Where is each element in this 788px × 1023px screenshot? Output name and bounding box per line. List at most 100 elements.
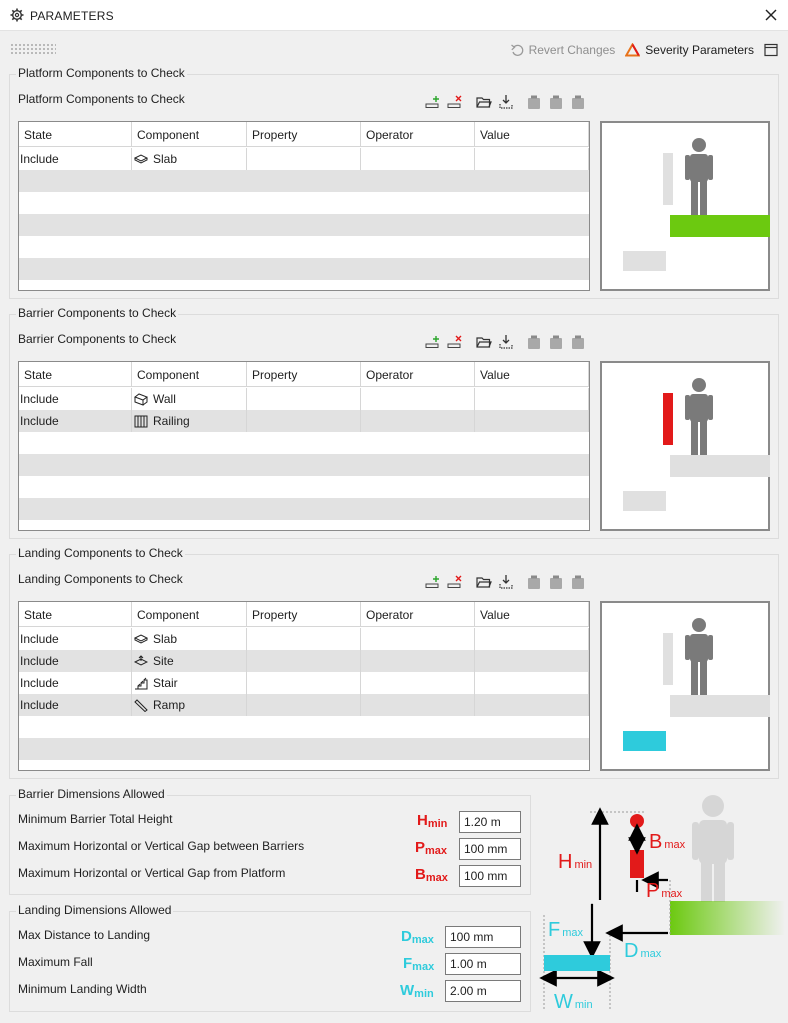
remove-row-icon[interactable] [447,334,463,350]
state-cell[interactable]: Include [19,148,132,170]
landing-shape [623,491,666,511]
paste-icon[interactable] [548,334,564,350]
value-cell[interactable] [475,650,589,672]
property-cell[interactable] [247,672,361,694]
state-cell[interactable]: Include [19,628,132,650]
gear-icon [10,8,24,22]
download-icon[interactable] [498,574,514,590]
column-header-component[interactable]: Component [132,362,247,387]
column-header-component[interactable]: Component [132,122,247,147]
value-cell[interactable] [475,694,589,716]
paste-icon[interactable] [570,334,586,350]
component-cell[interactable]: Slab [132,148,247,170]
table-row[interactable]: Include Site [19,650,589,672]
column-header-operator[interactable]: Operator [361,122,475,147]
table-row[interactable]: Include Stair [19,672,589,694]
barrier-shape [663,153,673,205]
state-cell[interactable]: Include [19,388,132,410]
gap-from-platform-input[interactable]: 100 mm [459,865,521,887]
paste-icon[interactable] [548,574,564,590]
column-header-state[interactable]: State [19,602,132,627]
table-row[interactable]: Include Railing [19,410,589,432]
landing-table[interactable]: State Component Property Operator Value … [18,601,590,771]
column-header-operator[interactable]: Operator [361,362,475,387]
maximum-fall-input[interactable]: 1.00 m [445,953,521,975]
value-cell[interactable] [475,148,589,170]
state-cell[interactable]: Include [19,650,132,672]
open-folder-icon[interactable] [476,334,492,350]
component-cell[interactable]: Slab [132,628,247,650]
component-cell[interactable]: Wall [132,388,247,410]
operator-cell[interactable] [361,650,475,672]
state-cell[interactable]: Include [19,410,132,432]
column-header-value[interactable]: Value [475,122,589,147]
landing-group: Landing Components to Check Landing Comp… [9,546,779,779]
b-label: Bmax [649,831,686,853]
table-row[interactable]: Include Wall [19,388,589,410]
column-header-state[interactable]: State [19,362,132,387]
window-layout-icon[interactable] [764,43,778,57]
gap-between-barriers-input[interactable]: 100 mm [459,838,521,860]
property-cell[interactable] [247,650,361,672]
table-row[interactable]: Include Ramp [19,694,589,716]
download-icon[interactable] [498,94,514,110]
value-cell[interactable] [475,388,589,410]
paste-icon[interactable] [548,94,564,110]
paste-icon[interactable] [526,574,542,590]
barrier-table[interactable]: State Component Property Operator Value … [18,361,590,531]
site-icon [134,655,148,666]
paste-icon[interactable] [526,94,542,110]
add-row-icon[interactable] [425,574,441,590]
add-row-icon[interactable] [425,334,441,350]
value-cell[interactable] [475,410,589,432]
maximum-fall-label: Maximum Fall [18,955,93,969]
platform-table[interactable]: State Component Property Operator Value … [18,121,590,291]
value-cell[interactable] [475,672,589,694]
component-cell[interactable]: Ramp [132,694,247,716]
operator-cell[interactable] [361,388,475,410]
column-header-operator[interactable]: Operator [361,602,475,627]
paste-icon[interactable] [526,334,542,350]
property-cell[interactable] [247,628,361,650]
platform-sub-title: Platform Components to Check [18,92,185,106]
add-row-icon[interactable] [425,94,441,110]
column-header-value[interactable]: Value [475,602,589,627]
operator-cell[interactable] [361,694,475,716]
value-cell[interactable] [475,628,589,650]
table-row[interactable]: Include Slab [19,148,589,170]
property-cell[interactable] [247,694,361,716]
close-icon[interactable] [762,6,780,24]
severity-parameters-button[interactable]: Severity Parameters [625,43,754,57]
column-header-property[interactable]: Property [247,602,361,627]
operator-cell[interactable] [361,628,475,650]
table-row[interactable]: Include Slab [19,628,589,650]
operator-cell[interactable] [361,410,475,432]
operator-cell[interactable] [361,148,475,170]
download-icon[interactable] [498,334,514,350]
remove-row-icon[interactable] [447,94,463,110]
column-header-state[interactable]: State [19,122,132,147]
column-header-value[interactable]: Value [475,362,589,387]
paste-icon[interactable] [570,94,586,110]
property-cell[interactable] [247,148,361,170]
component-cell[interactable]: Railing [132,410,247,432]
max-distance-landing-input[interactable]: 100 mm [445,926,521,948]
property-cell[interactable] [247,388,361,410]
revert-changes-button[interactable]: Revert Changes [510,43,615,57]
min-landing-width-input[interactable]: 2.00 m [445,980,521,1002]
paste-icon[interactable] [570,574,586,590]
component-cell[interactable]: Stair [132,672,247,694]
min-barrier-height-input[interactable]: 1.20 m [459,811,521,833]
column-header-component[interactable]: Component [132,602,247,627]
column-header-property[interactable]: Property [247,122,361,147]
component-cell[interactable]: Site [132,650,247,672]
property-cell[interactable] [247,410,361,432]
open-folder-icon[interactable] [476,94,492,110]
column-header-property[interactable]: Property [247,362,361,387]
remove-row-icon[interactable] [447,574,463,590]
open-folder-icon[interactable] [476,574,492,590]
state-cell[interactable]: Include [19,672,132,694]
operator-cell[interactable] [361,672,475,694]
state-cell[interactable]: Include [19,694,132,716]
drag-grip[interactable] [10,43,56,55]
